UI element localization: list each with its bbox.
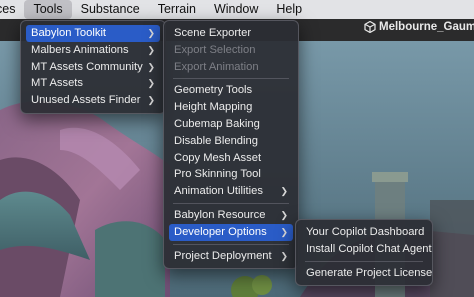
menubar-item-tools[interactable]: Tools [24, 0, 72, 19]
chevron-right-icon: ❯ [280, 186, 288, 197]
chevron-right-icon: ❯ [280, 209, 288, 220]
menu-item-label: Project Deployment [174, 249, 272, 262]
menu-item-label: Developer Options [174, 225, 267, 238]
chevron-right-icon: ❯ [147, 78, 155, 89]
menu-item-label: Babylon Resource [174, 208, 266, 221]
chevron-right-icon: ❯ [147, 95, 155, 106]
menu-item-label: Babylon Toolkit [31, 27, 107, 39]
menubar-item-substance[interactable]: Substance [72, 0, 149, 19]
menu-item-disable-blending[interactable]: Disable Blending [169, 133, 293, 150]
project-title: Melbourne_Gaume [364, 21, 474, 33]
menu-item-generate-project-license[interactable]: Generate Project License [301, 265, 432, 282]
developer-options-menu: Your Copilot Dashboard Install Copilot C… [295, 219, 433, 287]
menu-separator [173, 243, 289, 245]
menu-item-mt-assets-community[interactable]: MT Assets Community ❯ [26, 59, 160, 76]
menubar-item-window[interactable]: Window [205, 0, 267, 19]
menubar-item-help[interactable]: Help [267, 0, 311, 19]
babylon-toolkit-menu: Scene Exporter Export Selection Export A… [163, 20, 299, 270]
menu-item-animation-utilities[interactable]: Animation Utilities ❯ [169, 183, 293, 200]
menu-separator [173, 202, 289, 204]
chevron-right-icon: ❯ [147, 44, 155, 55]
menu-bar: ces Tools Substance Terrain Window Help [0, 0, 474, 19]
menu-item-copilot-dashboard[interactable]: Your Copilot Dashboard [301, 224, 427, 241]
menu-item-label: Unused Assets Finder [31, 94, 141, 107]
menu-item-cubemap-baking[interactable]: Cubemap Baking [169, 116, 293, 133]
unity-logo-icon [364, 21, 376, 33]
chevron-right-icon: ❯ [147, 61, 155, 72]
menu-item-label: Animation Utilities [174, 185, 263, 198]
menu-separator [173, 78, 289, 80]
menu-item-install-copilot-chat-agent[interactable]: Install Copilot Chat Agent [301, 241, 432, 258]
menu-item-copy-mesh-asset[interactable]: Copy Mesh Asset [169, 150, 293, 167]
chevron-right-icon: ❯ [147, 28, 155, 38]
chevron-right-icon: ❯ [280, 250, 288, 261]
menu-item-mt-assets[interactable]: MT Assets ❯ [26, 75, 160, 92]
menu-item-unused-assets-finder[interactable]: Unused Assets Finder ❯ [26, 92, 160, 109]
menu-item-babylon-resource[interactable]: Babylon Resource ❯ [169, 207, 293, 224]
project-name: Melbourne_Gaume [379, 21, 474, 33]
menu-item-label: MT Assets [31, 77, 84, 90]
menu-item-label: MT Assets Community [31, 60, 143, 73]
menubar-item-resources[interactable]: ces [0, 0, 24, 19]
menu-item-scene-exporter[interactable]: Scene Exporter [169, 25, 293, 42]
menu-item-geometry-tools[interactable]: Geometry Tools [169, 82, 293, 99]
menu-separator [305, 260, 423, 262]
menu-item-babylon-toolkit[interactable]: Babylon Toolkit ❯ [26, 25, 160, 42]
menu-item-project-deployment[interactable]: Project Deployment ❯ [169, 248, 293, 265]
menu-item-export-animation: Export Animation [174, 60, 259, 73]
menu-item-label: Malbers Animations [31, 43, 129, 56]
menu-item-malbers-animations[interactable]: Malbers Animations ❯ [26, 42, 160, 59]
menu-item-pro-skinning-tool[interactable]: Pro Skinning Tool [169, 166, 293, 183]
menu-item-height-mapping[interactable]: Height Mapping [169, 99, 293, 116]
tools-menu: Babylon Toolkit ❯ Malbers Animations ❯ M… [20, 20, 166, 114]
menu-item-export-selection: Export Selection [174, 43, 256, 56]
menu-item-developer-options[interactable]: Developer Options ❯ [169, 223, 293, 241]
menubar-item-terrain[interactable]: Terrain [149, 0, 205, 19]
chevron-right-icon: ❯ [280, 226, 288, 237]
